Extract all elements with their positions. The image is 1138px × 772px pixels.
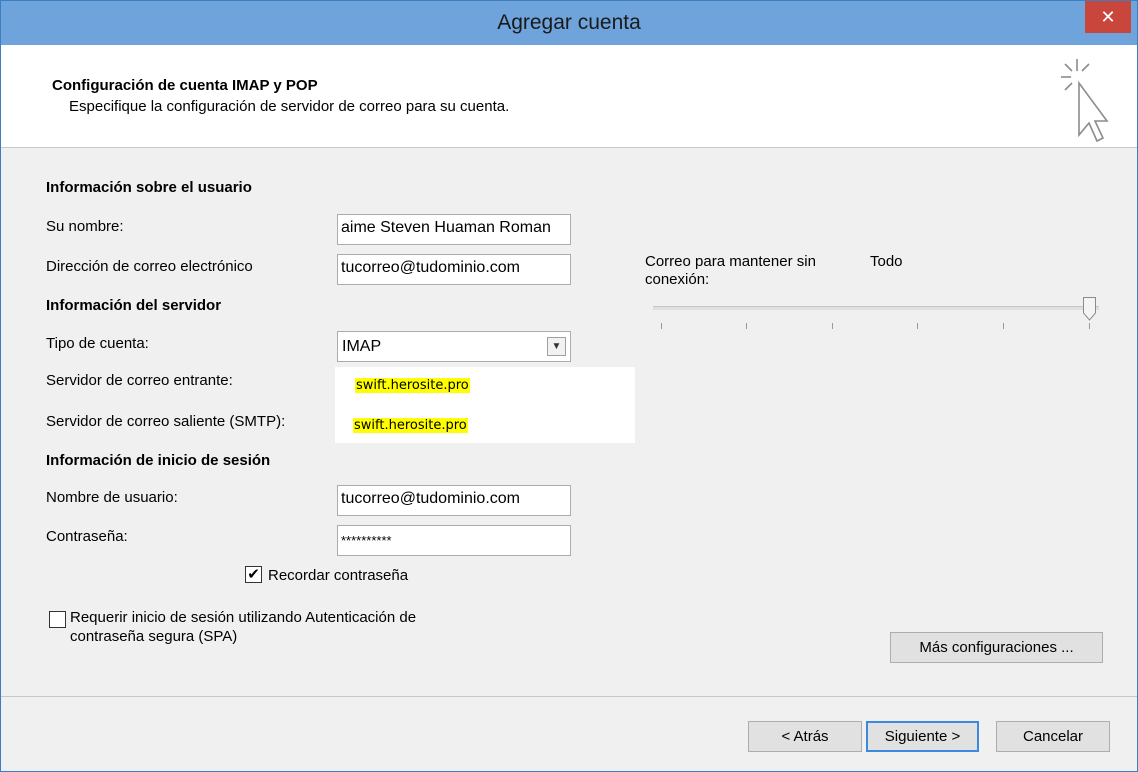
cancel-button[interactable]: Cancelar — [996, 721, 1110, 752]
slider-tick — [832, 323, 833, 329]
spa-label-line1[interactable]: Requerir inicio de sesión utilizando Aut… — [70, 609, 416, 626]
header-title: Configuración de cuenta IMAP y POP — [52, 77, 318, 94]
cursor-sparkle-icon — [1061, 59, 1109, 143]
spa-label-line2[interactable]: contraseña segura (SPA) — [70, 628, 237, 645]
slider-tick — [1089, 323, 1090, 329]
account-type-label: Tipo de cuenta: — [46, 335, 149, 352]
checkmark-icon: ✔ — [247, 566, 260, 583]
email-label: Dirección de correo electrónico — [46, 258, 253, 275]
offline-mail-value: Todo — [870, 253, 903, 270]
password-input[interactable]: ********** — [337, 525, 571, 556]
offline-mail-label: Correo para mantener sin conexión: — [645, 253, 816, 289]
account-type-value: IMAP — [342, 338, 382, 355]
add-account-dialog: Agregar cuenta ✕ Configuración de cuenta… — [0, 0, 1138, 772]
password-label: Contraseña: — [46, 528, 128, 545]
title-bar[interactable]: Agregar cuenta ✕ — [1, 1, 1137, 45]
offline-mail-slider[interactable] — [653, 306, 1099, 310]
offline-mail-label-line1: Correo para mantener sin — [645, 253, 816, 270]
section-server-info: Información del servidor — [46, 297, 222, 314]
spa-checkbox[interactable] — [49, 611, 66, 628]
next-button[interactable]: Siguiente > — [866, 721, 979, 752]
server-fields-area: swift.herosite.pro swift.herosite.pro — [335, 367, 635, 443]
more-settings-button[interactable]: Más configuraciones ... — [890, 632, 1103, 663]
section-user-info: Información sobre el usuario — [46, 179, 252, 196]
offline-slider-thumb[interactable] — [1083, 297, 1096, 321]
username-label: Nombre de usuario: — [46, 489, 178, 506]
close-button[interactable]: ✕ — [1085, 1, 1131, 33]
wizard-header: Configuración de cuenta IMAP y POP Espec… — [1, 45, 1137, 148]
offline-mail-label-line2: conexión: — [645, 271, 710, 288]
chevron-down-icon[interactable]: ▼ — [547, 337, 566, 356]
name-label: Su nombre: — [46, 218, 124, 235]
back-button[interactable]: < Atrás — [748, 721, 862, 752]
slider-tick — [1003, 323, 1004, 329]
account-type-select[interactable]: IMAP ▼ — [337, 331, 571, 362]
window-title: Agregar cuenta — [497, 11, 641, 34]
incoming-server-label: Servidor de correo entrante: — [46, 372, 233, 389]
incoming-server-input[interactable]: swift.herosite.pro — [355, 378, 470, 393]
close-icon: ✕ — [1100, 6, 1116, 27]
email-input[interactable]: tucorreo@tudominio.com — [337, 254, 571, 285]
slider-tick — [661, 323, 662, 329]
slider-tick — [746, 323, 747, 329]
slider-tick — [917, 323, 918, 329]
section-login-info: Información de inicio de sesión — [46, 452, 271, 469]
outgoing-server-label: Servidor de correo saliente (SMTP): — [46, 413, 286, 430]
footer-divider — [1, 696, 1137, 697]
outgoing-server-input[interactable]: swift.herosite.pro — [353, 418, 468, 433]
name-input[interactable]: aime Steven Huaman Roman — [337, 214, 571, 245]
header-subtitle: Especifique la configuración de servidor… — [69, 98, 510, 115]
username-input[interactable]: tucorreo@tudominio.com — [337, 485, 571, 516]
remember-password-checkbox[interactable]: ✔ — [245, 566, 262, 583]
remember-password-label[interactable]: Recordar contraseña — [268, 567, 408, 584]
